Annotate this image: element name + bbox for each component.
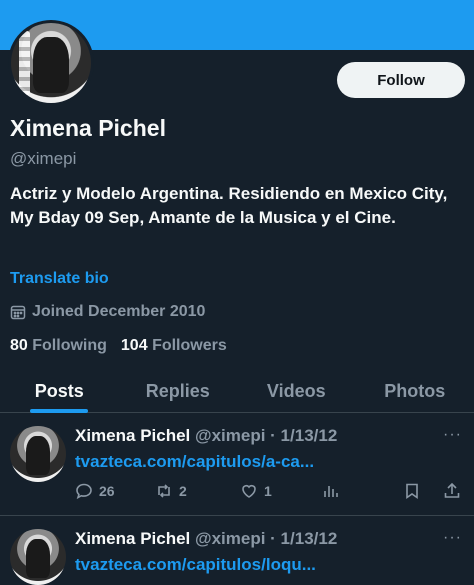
joined-label: Joined December 2010: [32, 303, 206, 320]
tweet-avatar[interactable]: [10, 529, 66, 585]
tweet-author-name[interactable]: Ximena Pichel: [75, 426, 190, 445]
more-options-icon[interactable]: ···: [443, 529, 462, 547]
followers-count: 104: [120, 337, 148, 354]
more-options-icon[interactable]: ···: [443, 426, 462, 444]
tab-replies[interactable]: Replies: [119, 370, 238, 412]
heart-icon: [242, 484, 256, 498]
avatar-image: [11, 23, 91, 103]
profile-tabs: Posts Replies Videos Photos: [0, 370, 474, 413]
reply-icon: [76, 483, 92, 500]
reply-button[interactable]: 26: [75, 482, 115, 500]
reply-count: 26: [99, 483, 115, 499]
display-name: Ximena Pichel: [10, 115, 166, 141]
tab-videos[interactable]: Videos: [237, 370, 356, 412]
repost-count: 2: [179, 483, 187, 499]
translate-bio-link[interactable]: Translate bio: [10, 270, 109, 288]
profile-bio: Actriz y Modelo Argentina. Residiendo en…: [10, 184, 448, 227]
profile-avatar[interactable]: [8, 20, 94, 106]
tweet-link[interactable]: tvazteca.com/capitulos/loqu...: [75, 555, 316, 575]
tweet-meta: @ximepi · 1/13/12: [195, 529, 338, 548]
following-link[interactable]: 80 Following: [10, 337, 107, 355]
follow-button[interactable]: Follow: [337, 62, 465, 98]
tweet-header: Ximena Pichel @ximepi · 1/13/12: [75, 426, 337, 446]
repost-button[interactable]: 2: [155, 482, 187, 500]
followers-label: Followers: [152, 337, 227, 354]
follow-stats: 80 Following 104 Followers: [10, 337, 227, 355]
tweet-meta: @ximepi · 1/13/12: [195, 426, 338, 445]
profile-handle: @ximepi: [10, 149, 77, 168]
tweet-item[interactable]: Ximena Pichel @ximepi · 1/13/12 ··· tvaz…: [0, 517, 474, 585]
tweet-avatar[interactable]: [10, 426, 66, 482]
tab-posts[interactable]: Posts: [0, 370, 119, 412]
repost-icon: [158, 484, 170, 498]
tweet-actions: 26 2 1: [75, 482, 465, 504]
bookmark-button[interactable]: [403, 482, 421, 500]
following-label: Following: [32, 337, 107, 354]
share-icon: [444, 482, 460, 498]
joined-date: Joined December 2010: [10, 303, 205, 321]
tweet-author-name[interactable]: Ximena Pichel: [75, 529, 190, 548]
tweet-header: Ximena Pichel @ximepi · 1/13/12: [75, 529, 337, 549]
followers-link[interactable]: 104 Followers: [121, 337, 227, 355]
calendar-icon: [10, 305, 26, 320]
tweet-item[interactable]: Ximena Pichel @ximepi · 1/13/12 ··· tvaz…: [0, 414, 474, 516]
bookmark-icon: [406, 483, 418, 500]
following-count: 80: [10, 337, 28, 354]
like-button[interactable]: 1: [240, 482, 272, 500]
analytics-icon: [324, 486, 338, 497]
tweet-link[interactable]: tvazteca.com/capitulos/a-ca...: [75, 452, 314, 472]
like-count: 1: [264, 483, 272, 499]
share-button[interactable]: [443, 482, 461, 500]
analytics-button[interactable]: [321, 482, 339, 500]
tab-photos[interactable]: Photos: [356, 370, 474, 412]
